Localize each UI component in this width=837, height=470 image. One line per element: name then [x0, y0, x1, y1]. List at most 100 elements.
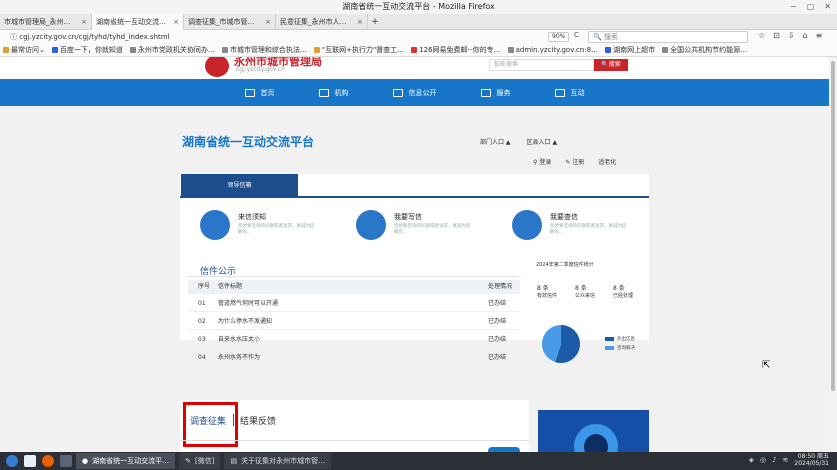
row-title[interactable]: 自来水水压太小: [218, 332, 260, 348]
service-query[interactable]: 我要查信 您想要咨询的问题或者诉求，真诚为您解答。: [492, 202, 648, 254]
service-notice[interactable]: 来信须知 您想要咨询的问题或者诉求，真诚为您解答。: [180, 202, 336, 254]
home-icon[interactable]: ⌂: [803, 31, 808, 40]
bookmark-item[interactable]: 百度一下，你就知道: [51, 44, 123, 56]
maximize-button[interactable]: ▢: [807, 0, 815, 14]
service-title: 我要写信: [394, 213, 422, 221]
clock-date: 2024/05/31: [794, 460, 829, 467]
bookmark-item[interactable]: 市城市管理和综合执法…: [221, 44, 307, 56]
bookmark-item[interactable]: admin.yzcity.gov.cn:8…: [507, 44, 598, 56]
dept-entry-link[interactable]: 部门入口 ▲: [480, 137, 511, 146]
close-window-button[interactable]: ✕: [824, 0, 831, 14]
bookmark-favicon-icon: [129, 47, 136, 53]
county-entry-link[interactable]: 区县入口 ▲: [527, 137, 558, 146]
new-tab-button[interactable]: +: [368, 14, 382, 29]
bookmark-item[interactable]: "互联网+执行力"督查工…: [313, 44, 404, 56]
bookmark-favicon-icon: [51, 47, 58, 53]
menu-home[interactable]: 首页: [244, 88, 275, 98]
tab-feedback[interactable]: 结果反馈: [240, 414, 276, 427]
browser-tab[interactable]: 民意征集_永州市人… ×: [276, 14, 368, 30]
service-desc: 您想要咨询的问题或者诉求，真诚为您解答。: [394, 224, 471, 235]
table-row[interactable]: 02 为什么停水不发通知 已办结: [188, 314, 520, 330]
minimize-button[interactable]: −: [790, 0, 797, 14]
browser-tab[interactable]: 市城市管理局_永州… ×: [0, 14, 92, 30]
task-label: 关于征集对永州市城市管…: [241, 457, 326, 465]
bookmark-item[interactable]: 全国公共机构节约能源…: [662, 44, 747, 56]
home-icon: [244, 88, 255, 97]
service-write[interactable]: 我要写信 您想要咨询的问题或者诉求，真诚为您解答。: [336, 202, 492, 254]
table-row[interactable]: 04 永州水务不作为 已办结: [188, 350, 520, 366]
bookmark-label: 全国公共机构节约能源…: [670, 46, 748, 54]
bookmark-item[interactable]: 126网易免费邮--你的专…: [411, 44, 501, 56]
bookmark-item[interactable]: 永州市党政机关协同办…: [129, 44, 215, 56]
bookmark-star-icon[interactable]: ☆: [758, 31, 765, 40]
menu-label: 信息公开: [408, 88, 437, 97]
service-banner[interactable]: [538, 410, 649, 452]
row-title[interactable]: 为什么停水不发通知: [218, 314, 272, 330]
files-icon[interactable]: [24, 455, 36, 467]
task-firefox[interactable]: ● 湖南省统一互动交流平…: [76, 453, 176, 469]
cube-icon: [318, 88, 329, 97]
page-scrollbar[interactable]: [829, 57, 837, 452]
elderly-mode-link[interactable]: 适老化: [598, 157, 616, 166]
browser-search-input[interactable]: 🔍 搜索: [588, 31, 748, 43]
start-menu-icon[interactable]: [6, 455, 18, 467]
site-search-input[interactable]: 智能搜索: [489, 59, 594, 71]
wifi-icon[interactable]: ≋: [783, 456, 789, 464]
bookmark-item[interactable]: 最常访问⌄: [3, 44, 45, 56]
reader-icon[interactable]: ⊡: [773, 31, 780, 40]
col-status: 处理情况: [488, 283, 513, 290]
url-bar[interactable]: ⓘ cgj.yzcity.gov.cn/cgj/tyhd/tyhd_index.…: [10, 31, 580, 43]
mailbox-panel: 领导信箱 来信须知 您想要咨询的问题或者诉求，真诚为您解答。 我要写信 您想要咨…: [180, 174, 649, 361]
table-row[interactable]: 03 自来水水压太小 已办结: [188, 332, 520, 348]
site-logo-url: cgj.yzcity.gov.cn: [236, 66, 285, 73]
register-link[interactable]: ✎ 注册: [565, 157, 584, 166]
tab-close-icon[interactable]: ×: [173, 14, 179, 30]
task-document[interactable]: ▤ 关于征集对永州市城市管…: [224, 453, 332, 469]
menu-org[interactable]: 机构: [318, 88, 349, 98]
bookmark-favicon-icon: [313, 47, 320, 53]
reload-icon[interactable]: C: [574, 31, 579, 39]
menu-icon[interactable]: ≡: [816, 31, 823, 40]
login-link[interactable]: ⚲ 登录: [533, 157, 551, 166]
page-title: 湖南省统一互动交流平台: [182, 135, 315, 149]
bookmark-label: 百度一下，你就知道: [59, 46, 123, 54]
row-title[interactable]: 管道燃气何时可以开通: [218, 296, 278, 312]
toolbar-icons: ☆ ⊡ ⇩ ⌂ ≡: [758, 31, 822, 40]
firefox-icon[interactable]: [42, 455, 54, 467]
menu-label: 互动: [570, 88, 585, 97]
clock-time: 08:50 周五: [797, 453, 829, 460]
menu-service[interactable]: 服务: [480, 88, 511, 98]
site-search-button[interactable]: 🔍搜索: [594, 59, 628, 71]
divider: [188, 276, 518, 277]
notice-table-header: 序号 信件标题 处理情况: [188, 280, 520, 294]
network-icon[interactable]: ◎: [760, 456, 766, 464]
menu-interact[interactable]: 互动: [554, 88, 585, 98]
row-status: 已办结: [488, 354, 507, 361]
terminal-icon[interactable]: [60, 455, 72, 467]
tab-close-icon[interactable]: ×: [265, 14, 271, 30]
stats-title: 2024年第二季度信件统计: [536, 262, 594, 268]
table-row[interactable]: 01 管道燃气何时可以开通 已办结: [188, 296, 520, 312]
clock[interactable]: 08:50 周五 2024/05/31: [794, 453, 829, 467]
menu-label: 首页: [260, 88, 275, 97]
window-controls: − ▢ ✕: [790, 0, 831, 14]
tab-close-icon[interactable]: ×: [357, 14, 363, 30]
download-icon[interactable]: ⇩: [788, 31, 795, 40]
volume-icon[interactable]: ♪: [772, 456, 776, 464]
menu-info[interactable]: 信息公开: [392, 88, 437, 98]
legend-swatch-1: [605, 346, 614, 350]
zoom-level[interactable]: 90%: [548, 32, 570, 42]
tab-close-icon[interactable]: ×: [81, 14, 87, 30]
tab-leader-mailbox[interactable]: 领导信箱: [181, 174, 298, 198]
notice-icon: [200, 210, 230, 240]
system-tray: ◈ ◎ ♪ ≋ 08:50 周五 2024/05/31: [749, 453, 829, 467]
scroll-thumb[interactable]: [831, 61, 835, 391]
browser-tab[interactable]: 调查征集_市城市管… ×: [184, 14, 276, 30]
bookmark-item[interactable]: 湖南网上超市: [605, 44, 655, 56]
browser-tab-active[interactable]: 湖南省统一互动交流… ×: [92, 14, 184, 30]
wechat-icon: ✎: [185, 457, 191, 465]
bookmark-label: 126网易免费邮--你的专…: [419, 46, 501, 54]
row-title[interactable]: 永州水务不作为: [218, 350, 260, 366]
shield-icon[interactable]: ◈: [749, 456, 754, 464]
task-wechat[interactable]: ✎ [微信]: [179, 453, 221, 469]
